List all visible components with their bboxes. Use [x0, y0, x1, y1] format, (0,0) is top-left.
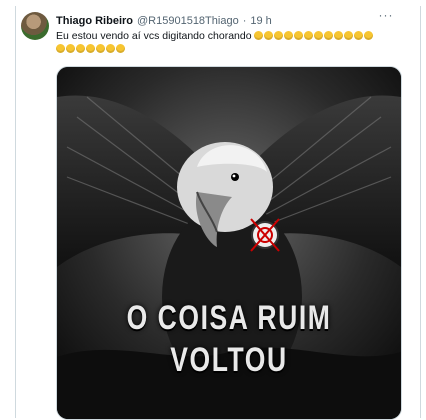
image-caption-line-2: VOLTOU	[170, 341, 288, 379]
corinthians-badge-icon	[250, 218, 280, 252]
laughing-emoji-icon	[56, 44, 65, 53]
laughing-emoji-icon	[264, 31, 274, 40]
laughing-emoji-icon	[86, 44, 95, 53]
laughing-emoji-icon	[344, 31, 354, 40]
author-handle[interactable]: @R15901518Thiago	[137, 15, 239, 27]
laughing-emoji-icon	[304, 31, 314, 40]
laughing-emoji-icon	[314, 31, 324, 40]
laughing-emoji-icon	[334, 31, 344, 40]
laughing-emoji-icon	[364, 31, 374, 40]
laughing-emoji-icon	[354, 31, 364, 40]
tweet-image[interactable]: O COISA RUIM VOLTOU	[56, 66, 402, 420]
laughing-emoji-icon	[254, 31, 264, 40]
author-name[interactable]: Thiago Ribeiro	[56, 15, 133, 27]
avatar[interactable]	[21, 12, 49, 40]
laughing-emoji-icon	[76, 44, 85, 53]
laughing-emoji-icon	[66, 44, 75, 53]
laughing-emoji-icon	[324, 31, 334, 40]
laughing-emoji-icon	[96, 44, 105, 53]
laughing-emoji-icon	[294, 31, 304, 40]
more-options-icon[interactable]: ···	[377, 8, 395, 22]
laughing-emoji-icon	[106, 44, 115, 53]
tweet-header: Thiago Ribeiro @R15901518Thiago · 19 h	[56, 14, 272, 28]
image-caption-line-1: O COISA RUIM	[126, 299, 332, 337]
tweet-text: Eu estou vendo aí vcs digitando chorando	[56, 30, 401, 56]
laughing-emoji-icon	[116, 44, 125, 53]
laughing-emoji-icon	[274, 31, 284, 40]
separator-dot: ·	[242, 15, 247, 27]
laughing-emoji-icon	[284, 31, 294, 40]
emoji-row-2	[56, 43, 126, 55]
emoji-row-1	[254, 30, 374, 42]
tweet-text-body: Eu estou vendo aí vcs digitando chorando	[56, 30, 252, 42]
tweet-time[interactable]: 19 h	[250, 15, 271, 27]
